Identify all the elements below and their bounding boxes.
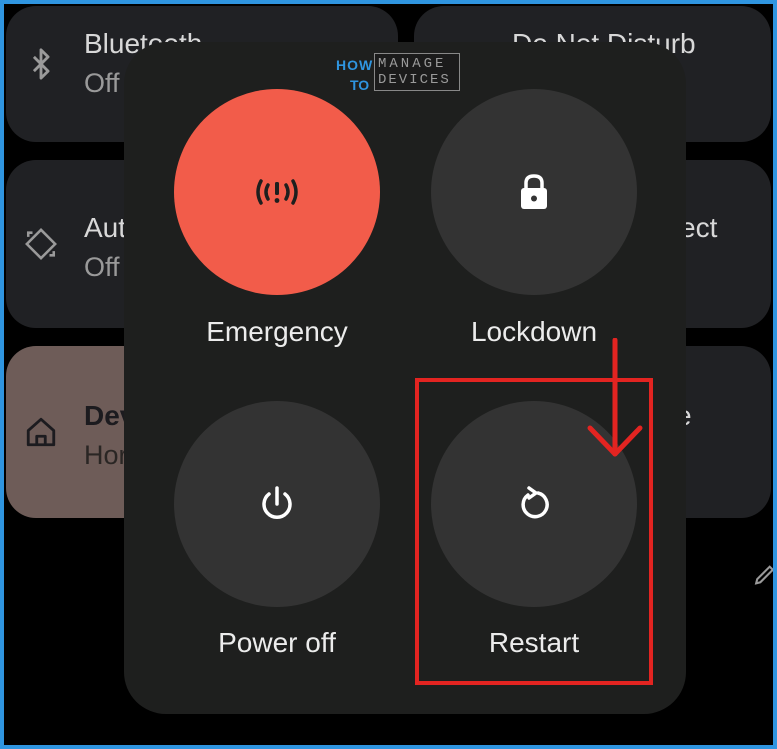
lockdown-button[interactable]: Lockdown xyxy=(404,89,664,354)
logo-devices: DEVICES xyxy=(378,72,451,88)
bluetooth-icon xyxy=(32,48,50,80)
logo-manage: MANAGE xyxy=(378,56,447,72)
logo-to: TO xyxy=(350,77,370,93)
down-arrow-annotation xyxy=(587,338,643,457)
bluetooth-tile-state: Off xyxy=(84,68,120,98)
device-controls-tile-state: Hor xyxy=(84,440,128,470)
auto-rotate-tile-state: Off xyxy=(84,252,120,282)
emergency-label: Emergency xyxy=(206,316,348,347)
emergency-icon xyxy=(256,179,298,205)
power-off-label: Power off xyxy=(218,627,336,658)
edit-icon[interactable] xyxy=(752,560,777,590)
lockdown-circle[interactable] xyxy=(431,89,637,295)
power-icon xyxy=(262,486,292,519)
emergency-button[interactable]: Emergency xyxy=(147,89,407,354)
auto-rotate-icon xyxy=(25,228,57,260)
power-off-circle[interactable] xyxy=(174,401,380,607)
power-off-button[interactable]: Power off xyxy=(147,401,407,666)
home-icon xyxy=(26,417,56,447)
logo-box: MANAGE DEVICES xyxy=(374,53,460,91)
howtomanagedevices-logo: HOW TO MANAGE DEVICES xyxy=(336,52,462,96)
logo-how: HOW xyxy=(336,57,374,73)
emergency-circle[interactable] xyxy=(174,89,380,295)
lock-icon xyxy=(521,174,547,209)
